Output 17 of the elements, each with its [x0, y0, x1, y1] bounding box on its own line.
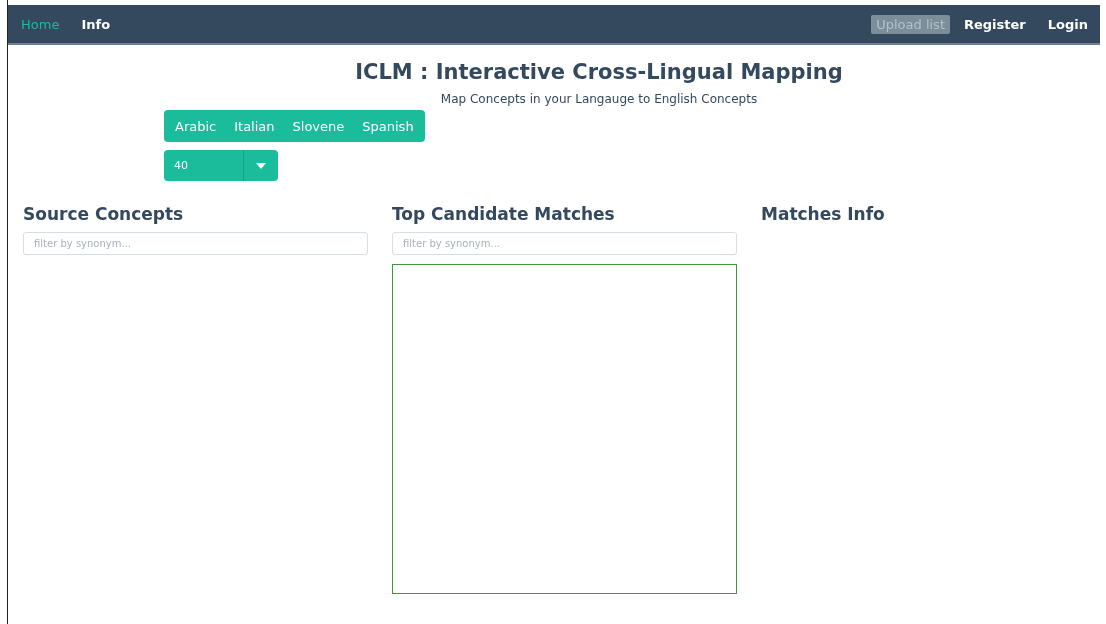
page-subtitle: Map Concepts in your Langauge to English Concepts: [439, 92, 759, 106]
nav-link[interactable]: Info: [81, 16, 111, 32]
column-heading: Matches Info: [761, 204, 886, 224]
nav-link[interactable]: Register: [964, 16, 1026, 32]
language-link[interactable]: Italian: [225, 118, 284, 134]
column-heading: Top Candidate Matches: [392, 204, 616, 224]
caret-icon: [256, 162, 266, 169]
search-field[interactable]: filter by synonym...: [23, 232, 368, 255]
nav-link[interactable]: Home: [21, 16, 60, 32]
page-title: ICLM : Interactive Cross-Lingual Mapping: [354, 60, 844, 84]
language-link[interactable]: Spanish: [353, 118, 423, 134]
language-link[interactable]: Slovene: [283, 118, 354, 134]
count-select[interactable]: 40: [164, 150, 278, 181]
language-link[interactable]: Arabic: [166, 118, 226, 134]
nav-link[interactable]: Login: [1047, 16, 1088, 32]
column-heading: Source Concepts: [23, 204, 185, 224]
search-field[interactable]: filter by synonym...: [392, 232, 737, 255]
